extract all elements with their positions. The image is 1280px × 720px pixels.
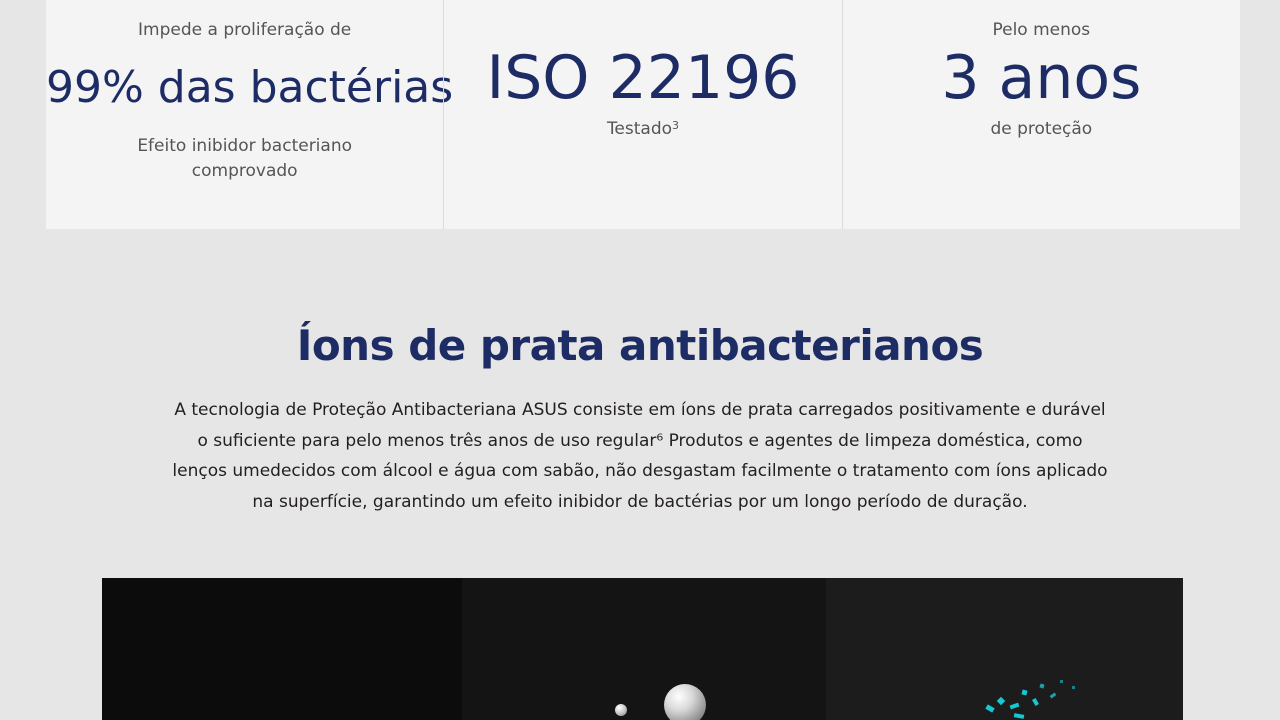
stat-bacteria-caption: Impede a proliferação de xyxy=(138,20,352,40)
stat-bacteria-value: 99% das bactérias xyxy=(46,62,454,113)
stat-bacteria-note: Efeito inibidor bacteriano comprovado xyxy=(137,136,352,181)
section-description: A tecnologia de Proteção Antibacteriana … xyxy=(172,400,1108,512)
media-panel-left xyxy=(102,578,462,720)
ion-particle-illustration xyxy=(1032,697,1039,707)
ion-particle-illustration xyxy=(1039,683,1045,689)
ion-particle-illustration xyxy=(1060,680,1063,683)
footnote-3-link[interactable]: 3 xyxy=(672,119,679,132)
stats-strip: Impede a proliferação de 99% das bactéri… xyxy=(46,0,1240,229)
feature-media-strip xyxy=(102,578,1183,720)
media-panel-silver-ions xyxy=(462,578,826,720)
stat-iso-note: Testado3 xyxy=(444,117,841,142)
silver-ion-small-illustration xyxy=(615,704,627,716)
stat-iso-value: ISO 22196 xyxy=(486,43,800,113)
ion-particle-illustration xyxy=(1049,692,1057,699)
stat-bacteria: Impede a proliferação de 99% das bactéri… xyxy=(46,0,454,229)
silver-ion-large-illustration xyxy=(664,684,706,720)
ion-particle-illustration xyxy=(1013,713,1025,719)
stat-years-caption: Pelo menos xyxy=(992,20,1091,40)
media-panel-ion-particles xyxy=(826,578,1183,720)
ion-particle-illustration xyxy=(1021,689,1028,696)
ion-particle-illustration xyxy=(1009,702,1020,710)
stat-iso: ISO 22196 Testado3 xyxy=(443,0,841,229)
stat-iso-note-text: Testado xyxy=(606,119,673,139)
ion-particle-illustration xyxy=(985,704,995,713)
ion-particle-illustration xyxy=(996,696,1006,706)
section-title: Íons de prata antibacterianos xyxy=(296,321,984,370)
stat-years: Pelo menos 3 anos de proteção xyxy=(841,0,1240,229)
ion-particle-illustration xyxy=(1072,686,1075,689)
stat-years-note: de proteção xyxy=(990,119,1093,139)
stat-years-value: 3 anos xyxy=(941,43,1142,113)
